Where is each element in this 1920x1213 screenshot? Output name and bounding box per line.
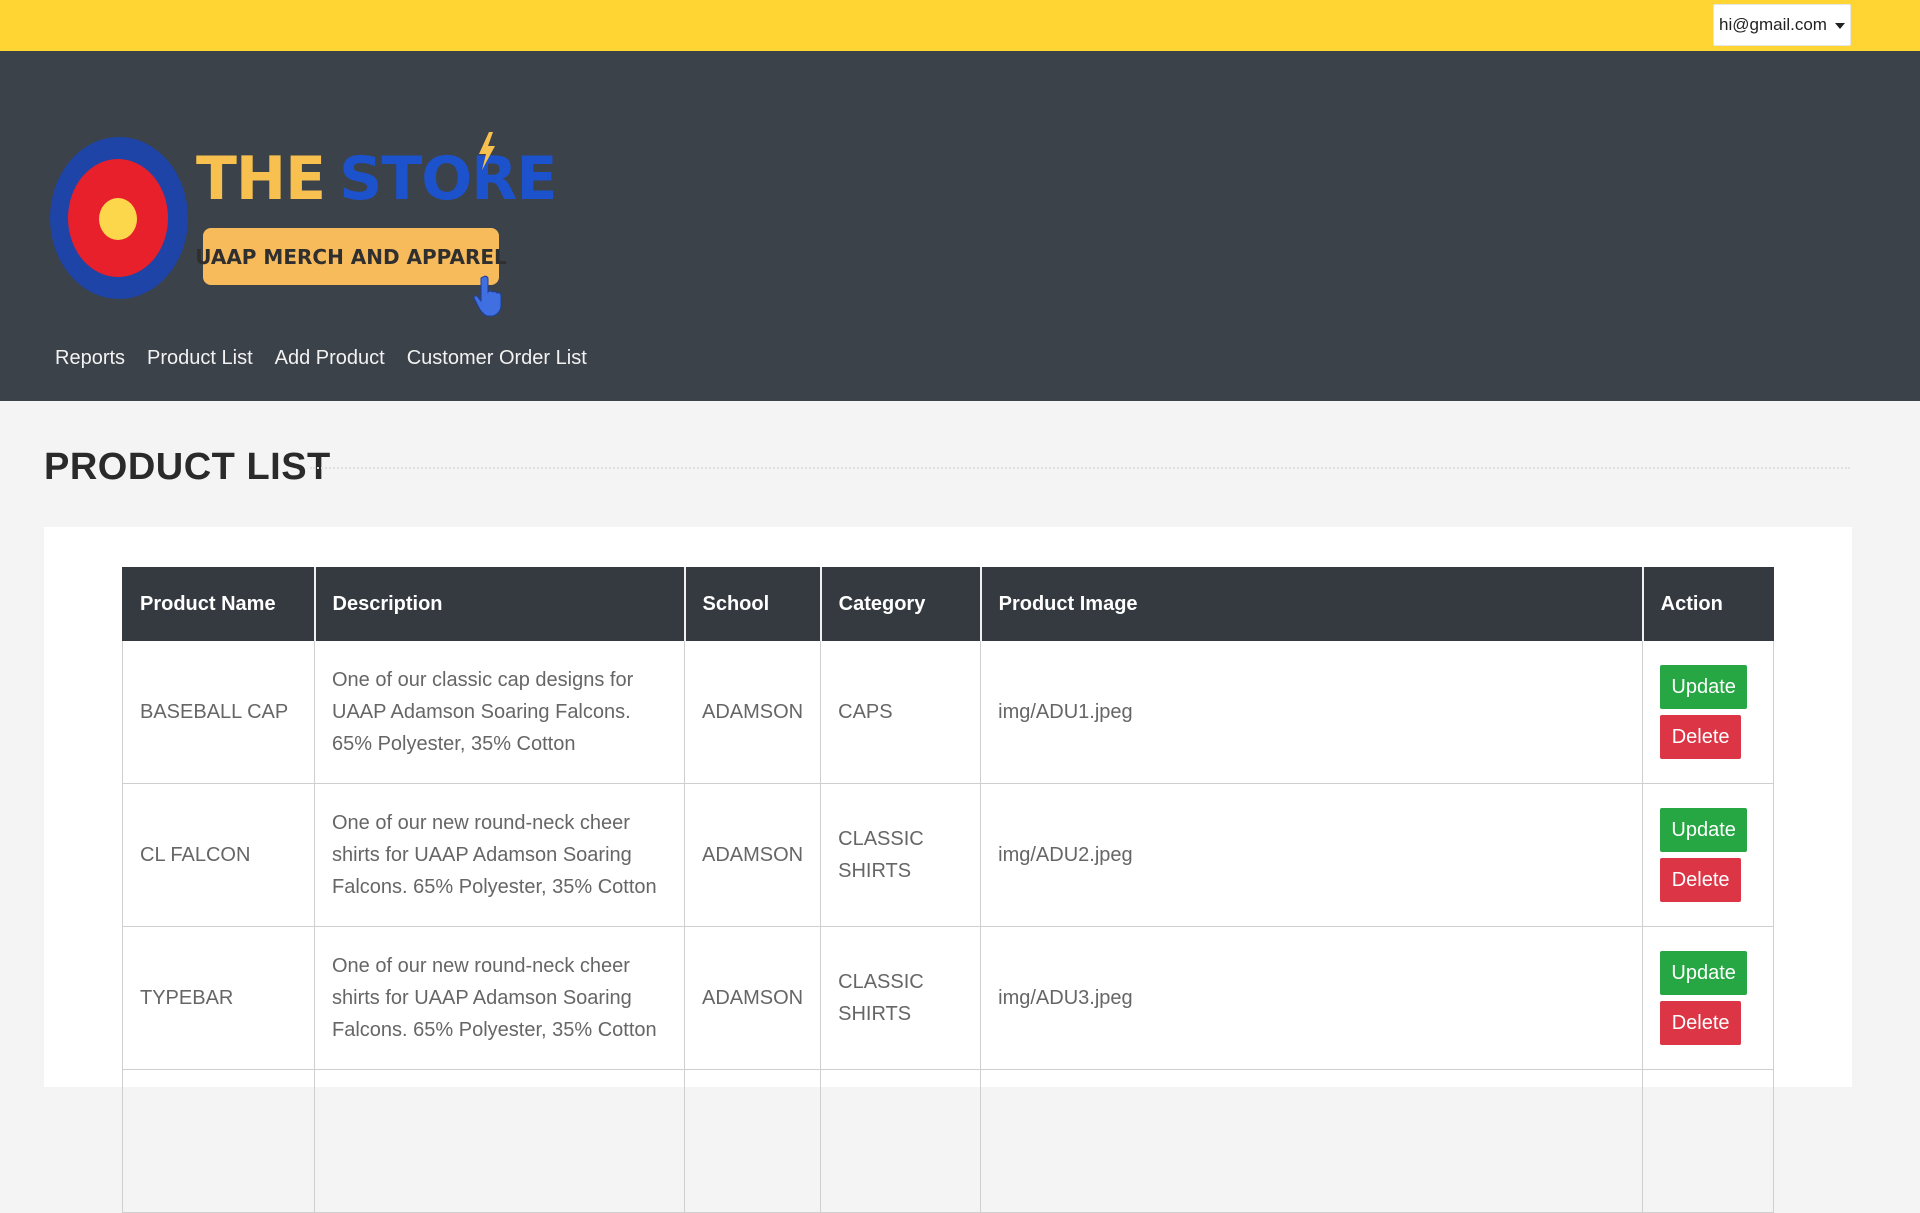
cell-category: CAPS <box>820 640 982 784</box>
header-action: Action <box>1642 567 1774 641</box>
cell-product-name: TYPEBAR <box>122 926 315 1070</box>
cell-product-image: img/ADU1.jpeg <box>980 640 1644 784</box>
store-logo[interactable]: THE STORE UAAP MERCH AND APPAREL <box>50 87 557 317</box>
user-menu-dropdown[interactable]: hi@gmail.com <box>1713 4 1851 46</box>
product-table: Product Name Description School Category… <box>122 567 1774 1213</box>
logo-badge: UAAP MERCH AND APPAREL <box>195 228 507 285</box>
update-button[interactable]: Update <box>1660 665 1748 709</box>
cell-description: One of our classic cap designs for UAAP … <box>314 640 685 784</box>
cell-product-name: CL FALCON <box>122 783 315 927</box>
delete-button[interactable]: Delete <box>1660 858 1742 902</box>
header-product-name: Product Name <box>122 567 316 641</box>
target-icon <box>50 137 188 299</box>
table-row: TYPEBAR One of our new round-neck cheer … <box>122 926 1774 1070</box>
table-row <box>122 1069 1774 1213</box>
cell-action: Update Delete <box>1642 640 1774 784</box>
table-header-row: Product Name Description School Category… <box>122 567 1774 641</box>
table-row: BASEBALL CAP One of our classic cap desi… <box>122 640 1774 784</box>
cell-school: ADAMSON <box>683 783 822 927</box>
header-product-image: Product Image <box>980 567 1644 641</box>
header-description: Description <box>314 567 686 641</box>
main-nav: Reports Product List Add Product Custome… <box>55 347 587 370</box>
nav-reports[interactable]: Reports <box>55 347 125 370</box>
update-button[interactable]: Update <box>1660 951 1748 995</box>
product-table-card: Product Name Description School Category… <box>44 527 1852 1213</box>
cell-product-image: img/ADU3.jpeg <box>980 926 1644 1070</box>
cell-category: CLASSIC SHIRTS <box>820 783 982 927</box>
logo-title: THE STORE <box>196 144 557 214</box>
cell-action: Update Delete <box>1642 926 1774 1070</box>
cell-description: One of our new round-neck cheer shirts f… <box>314 783 685 927</box>
nav-add-product[interactable]: Add Product <box>275 347 385 370</box>
top-bar: hi@gmail.com <box>0 0 1920 51</box>
nav-product-list[interactable]: Product List <box>147 347 253 370</box>
cell-school: ADAMSON <box>683 926 822 1070</box>
hand-cursor-icon <box>473 275 502 317</box>
cell-product-name: BASEBALL CAP <box>122 640 315 784</box>
cell-description: One of our new round-neck cheer shirts f… <box>314 926 685 1070</box>
cell-product-image: img/ADU2.jpeg <box>980 783 1644 927</box>
delete-button[interactable]: Delete <box>1660 715 1742 759</box>
header-school: School <box>683 567 822 641</box>
cell-action: Update Delete <box>1642 783 1774 927</box>
site-header: THE STORE UAAP MERCH AND APPAREL Reports … <box>0 51 1920 401</box>
cell-category: CLASSIC SHIRTS <box>820 926 982 1070</box>
page-title: PRODUCT LIST <box>44 446 331 488</box>
delete-button[interactable]: Delete <box>1660 1001 1742 1045</box>
header-category: Category <box>820 567 982 641</box>
table-row: CL FALCON One of our new round-neck chee… <box>122 783 1774 927</box>
chevron-down-icon <box>1834 22 1845 29</box>
cell-school: ADAMSON <box>683 640 822 784</box>
lightning-icon <box>479 132 495 170</box>
user-email: hi@gmail.com <box>1719 15 1827 34</box>
title-divider <box>310 467 1850 469</box>
update-button[interactable]: Update <box>1660 808 1748 852</box>
nav-customer-order-list[interactable]: Customer Order List <box>407 347 587 370</box>
